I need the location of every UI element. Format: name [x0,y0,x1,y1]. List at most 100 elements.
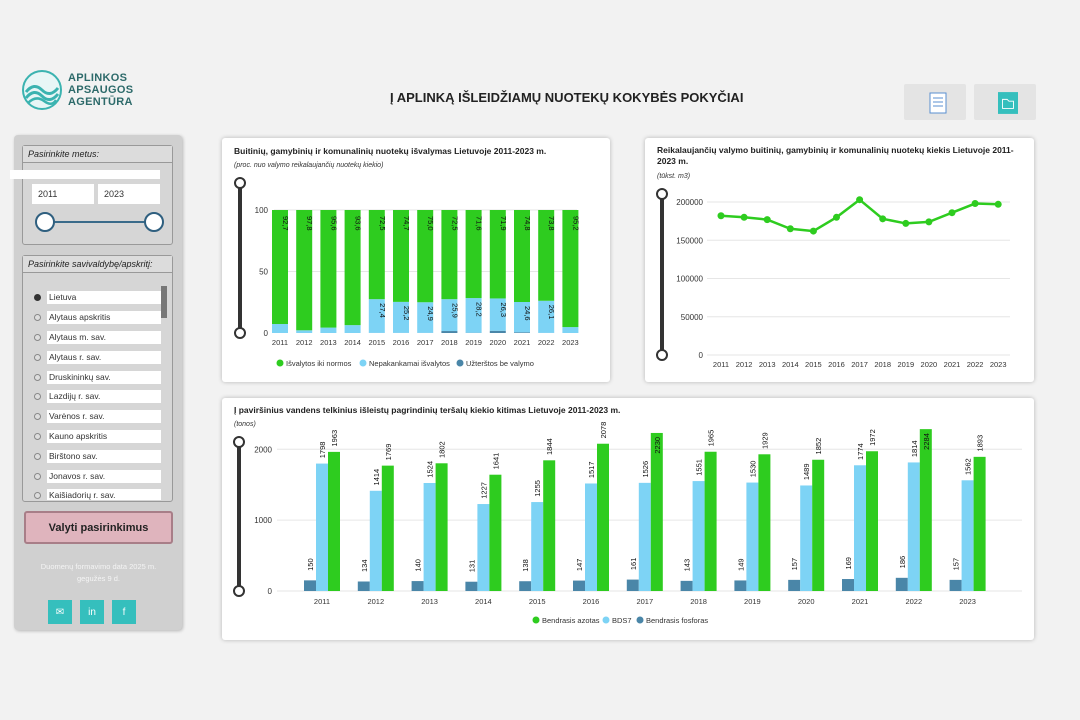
municipality-option[interactable]: Lazdijų r. sav. [22,387,172,407]
year-from-input[interactable]: 2011 [32,184,94,204]
bar-bds7 [423,482,436,591]
year-slider-end-handle[interactable] [144,212,164,232]
facebook-icon[interactable]: f [112,600,136,624]
radio-button[interactable] [34,314,41,322]
x-tick-label: 2021 [944,360,961,369]
x-tick-label: 2021 [852,597,869,606]
radio-button[interactable] [34,373,41,381]
bar-bds7 [477,504,490,591]
municipality-option[interactable]: Druskininkų sav. [22,367,172,387]
value-slider-top-handle [234,177,246,189]
radio-button[interactable] [34,413,41,421]
municipality-option[interactable]: Jonavos r. sav. [22,466,172,486]
municipality-option[interactable]: Alytaus m. sav. [22,328,172,348]
value-slider-top-handle [656,188,668,200]
bar-value-label: 1844 [545,438,554,455]
bar-label-treated: 97,8 [305,216,314,231]
list-scrollbar[interactable] [161,286,167,318]
bar-bds7 [369,490,382,591]
radio-button[interactable] [34,492,41,500]
value-slider-top-handle [233,436,245,448]
bar-bds7 [907,462,920,591]
bar-phosphorus [357,581,370,591]
legend-marker [602,616,610,624]
radio-button[interactable] [34,333,41,341]
bar-value-label: 1517 [587,461,596,478]
bar-value-label: 1414 [372,469,381,486]
x-tick-label: 2022 [967,360,984,369]
municipality-option-label: Kaišiadorių r. sav. [47,489,161,500]
data-point [856,196,864,204]
bar-value-label: 2230 [653,437,662,454]
bar-phosphorus [949,579,962,591]
x-tick-label: 2011 [314,597,330,606]
x-tick-label: 2014 [344,338,361,347]
year-search-input[interactable] [10,170,160,179]
bar-label-treated: 95,2 [571,216,580,231]
document-button[interactable] [904,84,966,120]
bar-value-label: 1893 [976,435,985,452]
radio-button[interactable] [34,294,41,302]
bar-untreated [514,332,530,333]
y-tick-label: 100 [255,206,269,215]
municipality-option-label: Druskininkų sav. [47,370,161,384]
bar-value-label: 1524 [426,461,435,478]
bar-untreated [441,331,458,333]
municipality-option[interactable]: Birštono sav. [22,446,172,466]
x-tick-label: 2019 [465,338,482,347]
bar-untreated [489,330,506,333]
radio-button[interactable] [34,393,41,401]
year-slider-start-handle[interactable] [35,212,55,232]
treatment-chart: 0 50 100 92,7 2011 97,8 2012 95,6 2013 93,6 2014 72… [234,177,580,368]
bar-value-label: 161 [629,558,638,571]
folder-button[interactable] [974,84,1036,120]
mail-icon[interactable]: ✉ [48,600,72,624]
municipality-option-label: Lietuva [47,291,161,305]
x-tick-label: 2018 [441,338,458,347]
bar-nitrogen [973,456,986,591]
data-point [786,225,794,233]
y-tick-label: 0 [699,351,704,360]
radio-button[interactable] [34,353,41,361]
value-slider-bottom-handle [656,349,668,361]
municipality-option[interactable]: Alytaus apskritis [22,308,172,328]
bar-label-insufficient: 26,1 [547,305,556,320]
y-tick-label: 0 [264,329,269,338]
x-tick-label: 2012 [736,360,753,369]
bar-label-treated: 73,8 [547,216,556,231]
data-point [948,209,956,217]
bar-value-label: 143 [683,559,692,572]
year-to-input[interactable]: 2023 [98,184,160,204]
bar-value-label: 1526 [641,461,650,478]
radio-button[interactable] [34,432,41,440]
legend-marker [636,616,644,624]
radio-button[interactable] [34,452,41,460]
bar-label-insufficient: 24,9 [426,306,435,321]
municipality-option[interactable]: Kauno apskritis [22,427,172,447]
page-title: Į APLINKĄ IŠLEIDŽIAMŲ NUOTEKŲ KOKYBĖS PO… [390,90,744,105]
radio-button[interactable] [34,472,41,480]
municipality-option-label: Alytaus m. sav. [47,330,161,344]
linkedin-icon[interactable]: in [80,600,104,624]
bar-value-label: 1551 [695,459,704,476]
bar-label-insufficient: 25,9 [450,303,459,318]
logo-line-2: APSAUGOS [68,84,134,96]
bar-label-insufficient: 24,6 [523,306,532,321]
bar-value-label: 1530 [748,461,757,478]
municipality-option[interactable]: Kaišiadorių r. sav. [22,486,172,500]
municipality-option[interactable]: Alytaus r. sav. [22,347,172,367]
municipality-option-label: Lazdijų r. sav. [47,390,161,404]
municipality-option[interactable]: Varėnos r. sav. [22,407,172,427]
data-point [925,218,933,226]
bar-phosphorus [842,579,854,591]
reset-button[interactable]: Valyti pasirinkimus [24,511,173,544]
data-point [994,200,1002,208]
municipality-filter-label: Pasirinkite savivaldybę/apskritį: [23,256,172,273]
x-tick-label: 2020 [921,360,938,369]
bar-phosphorus [573,580,585,591]
value-slider-bottom-handle [233,585,245,597]
legend-marker [532,616,540,624]
municipality-option-label: Kauno apskritis [47,429,161,443]
municipality-option[interactable]: Lietuva [22,288,172,308]
x-tick-label: 2012 [296,338,313,347]
